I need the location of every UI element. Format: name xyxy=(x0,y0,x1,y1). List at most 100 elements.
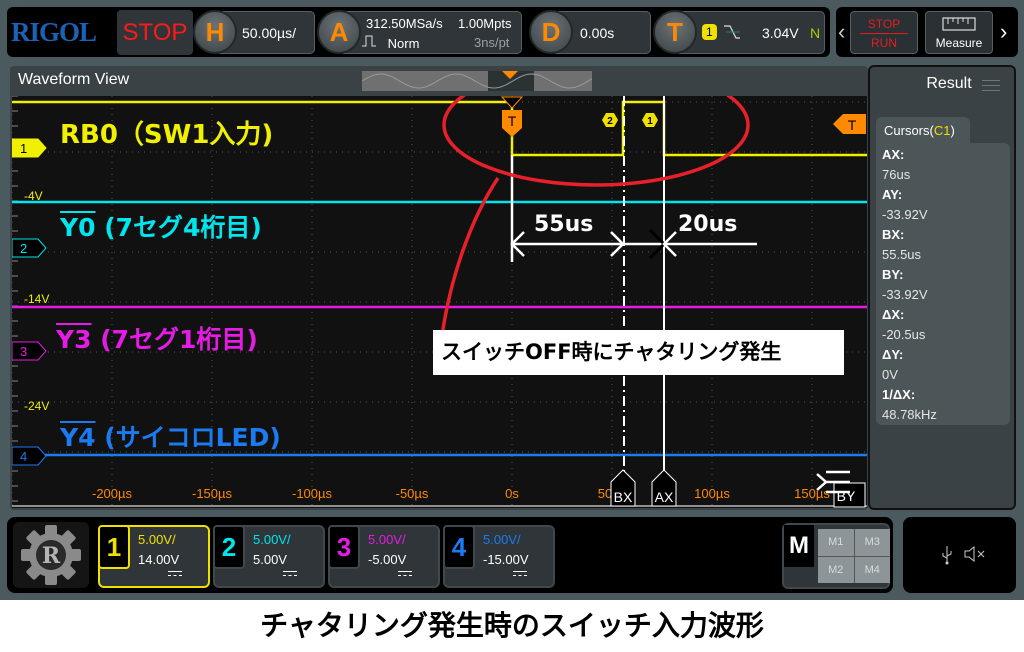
dx-key: ΔX: xyxy=(882,307,905,322)
bx-key: BX: xyxy=(882,227,905,242)
channel-3-marker-label: 3 xyxy=(20,344,27,359)
chattering-marker-label: 1 xyxy=(647,116,653,127)
falling-edge-icon xyxy=(724,25,740,39)
channel-4-number: 4 xyxy=(443,525,475,569)
channel-1-marker-label: 1 xyxy=(20,141,27,156)
channel-2-offset: 5.00V xyxy=(253,552,287,567)
channel-4-signal: Y4 xyxy=(60,423,96,452)
acquire-mode-label: Norm xyxy=(387,36,420,51)
timebase-value: 50.00µs/ xyxy=(242,25,296,41)
channel-2-marker xyxy=(12,238,47,258)
svg-text:R: R xyxy=(42,543,61,569)
channel-3-number: 3 xyxy=(328,525,360,569)
ay-key: AY: xyxy=(882,187,903,202)
trigger-sweep: N xyxy=(810,25,821,41)
stop-run-button[interactable]: STOP RUN xyxy=(850,11,918,54)
time-tick-label: -100µs xyxy=(292,486,333,501)
oscilloscope-screen: RIGOL STOP H 50.00µs/ A 312.50MSa/s Norm… xyxy=(0,0,1024,600)
channel-3-marker xyxy=(12,341,47,361)
bx-value: 55.5us xyxy=(882,247,922,262)
channel-1-offset: 14.00V xyxy=(138,552,180,567)
stop-label: STOP xyxy=(867,17,901,31)
time-tick-label: -50µs xyxy=(396,486,429,501)
horizontal-key[interactable]: H xyxy=(193,10,237,54)
menu-icon[interactable] xyxy=(982,76,1000,95)
ruler-icon xyxy=(942,17,976,31)
channel-2-label: Y0 (7セグ4桁目) xyxy=(60,208,262,244)
trigger-pill[interactable]: 1 3.04V N xyxy=(675,11,825,54)
channel-1-scale: 5.00V/ xyxy=(138,532,176,547)
cursors-tab-channel: C1 xyxy=(933,123,951,138)
channel-4-scale: 5.00V/ xyxy=(483,532,521,547)
measure-button[interactable]: Measure xyxy=(925,11,993,54)
channel-1-settings[interactable]: 1 5.00V/ 14.00V xyxy=(98,525,210,588)
time-tick-label: -150µs xyxy=(192,486,233,501)
cursors-tab[interactable]: Cursors(C1) xyxy=(876,117,970,143)
math-m3[interactable]: M3 xyxy=(854,529,890,556)
interval-55us-label: 55us xyxy=(534,212,594,237)
chattering-callout: スイッチOFF時にチャタリング発生 xyxy=(433,330,844,375)
channel-2-desc: (7セグ4桁目) xyxy=(95,213,262,242)
system-status-area xyxy=(903,517,1016,593)
time-tick-label: 100µs xyxy=(694,486,730,501)
channel-2-signal: Y0 xyxy=(60,213,96,242)
dx-value: -20.5us xyxy=(882,327,926,342)
by-value: -33.92V xyxy=(882,287,928,302)
measure-label: Measure xyxy=(935,36,983,50)
channel-bar: R 1 5.00V/ 14.00V 2 5.00V/ 5.00V 3 5.00V… xyxy=(7,517,893,593)
math-panel[interactable]: M M1 M3 M2 M4 xyxy=(782,523,890,589)
rigol-logo: RIGOL xyxy=(11,17,97,47)
channel-3-signal: Y3 xyxy=(56,325,92,354)
dy-key: ΔY: xyxy=(882,347,904,362)
acquire-pill[interactable]: 312.50MSa/s Norm 1.00Mpts 3ns/pt xyxy=(339,11,522,54)
chevron-right-icon[interactable]: › xyxy=(1000,19,1007,45)
trigger-key[interactable]: T xyxy=(653,10,697,54)
cursors-tab-label: Cursors( xyxy=(884,123,934,138)
figure-caption: チャタリング発生時のスイッチ入力波形 xyxy=(0,600,1024,652)
math-channel-grid: M1 M3 M2 M4 xyxy=(818,529,890,583)
time-tick-label: 0s xyxy=(505,486,519,501)
channel-4-settings[interactable]: 4 5.00V/ -15.00V xyxy=(443,525,555,588)
math-key[interactable]: M xyxy=(784,525,814,567)
channel-2-settings[interactable]: 2 5.00V/ 5.00V xyxy=(213,525,325,588)
channel-2-scale: 5.00V/ xyxy=(253,532,291,547)
waveform-plot[interactable]: -200µs-150µs-100µs-50µs0s50µs100µs150µs2… xyxy=(12,96,867,508)
channel-3-offset: -5.00V xyxy=(368,552,407,567)
pulse-icon xyxy=(362,35,376,47)
run-state-indicator[interactable]: STOP xyxy=(117,10,193,55)
channel-4-desc: (サイコロLED) xyxy=(95,423,281,452)
cursors-tab-suffix: ) xyxy=(950,123,955,138)
math-m1[interactable]: M1 xyxy=(818,529,854,556)
channel-4-label: Y4 (サイコロLED) xyxy=(60,418,281,454)
home-menu-button[interactable]: R xyxy=(13,522,89,588)
acquire-mode: Norm xyxy=(362,34,419,51)
inv-dx-value: 48.78kHz xyxy=(882,407,937,422)
time-per-point: 3ns/pt xyxy=(474,35,510,50)
memory-navigation-strip[interactable] xyxy=(361,71,593,91)
trigger-level-marker-label: T xyxy=(848,117,857,133)
channel-1-marker xyxy=(12,138,47,158)
channel-4-marker-label: 4 xyxy=(20,449,27,464)
memory-depth: 1.00Mpts xyxy=(458,16,512,31)
channel-3-settings[interactable]: 3 5.00V/ -5.00V xyxy=(328,525,440,588)
math-m2[interactable]: M2 xyxy=(818,556,854,583)
channel-1-label: RB0（SW1入力) xyxy=(60,120,274,150)
cursor-readout: AX: 76us AY: -33.92V BX: 55.5us BY: -33.… xyxy=(876,143,1010,425)
channel-4-offset: -15.00V xyxy=(483,552,529,567)
acquire-key[interactable]: A xyxy=(317,10,361,54)
channel-4-marker xyxy=(12,446,47,466)
dc-coupling-icon xyxy=(168,571,182,576)
channel-1-number: 1 xyxy=(98,525,130,569)
delay-key[interactable]: D xyxy=(529,10,573,54)
math-m4[interactable]: M4 xyxy=(854,556,890,583)
trigger-level: 3.04V xyxy=(762,25,799,41)
chevron-left-icon[interactable]: ‹ xyxy=(838,19,845,45)
result-panel: Result Cursors(C1) AX: 76us AY: -33.92V … xyxy=(868,65,1016,510)
usb-icon xyxy=(942,546,952,565)
channel-3-scale: 5.00V/ xyxy=(368,532,406,547)
dy-value: 0V xyxy=(882,367,898,382)
inv-dx-key: 1/ΔX: xyxy=(882,387,916,402)
ay-value: -33.92V xyxy=(882,207,928,222)
channel-3-label: Y3 (7セグ1桁目) xyxy=(56,320,258,356)
mute-icon[interactable] xyxy=(963,546,987,562)
